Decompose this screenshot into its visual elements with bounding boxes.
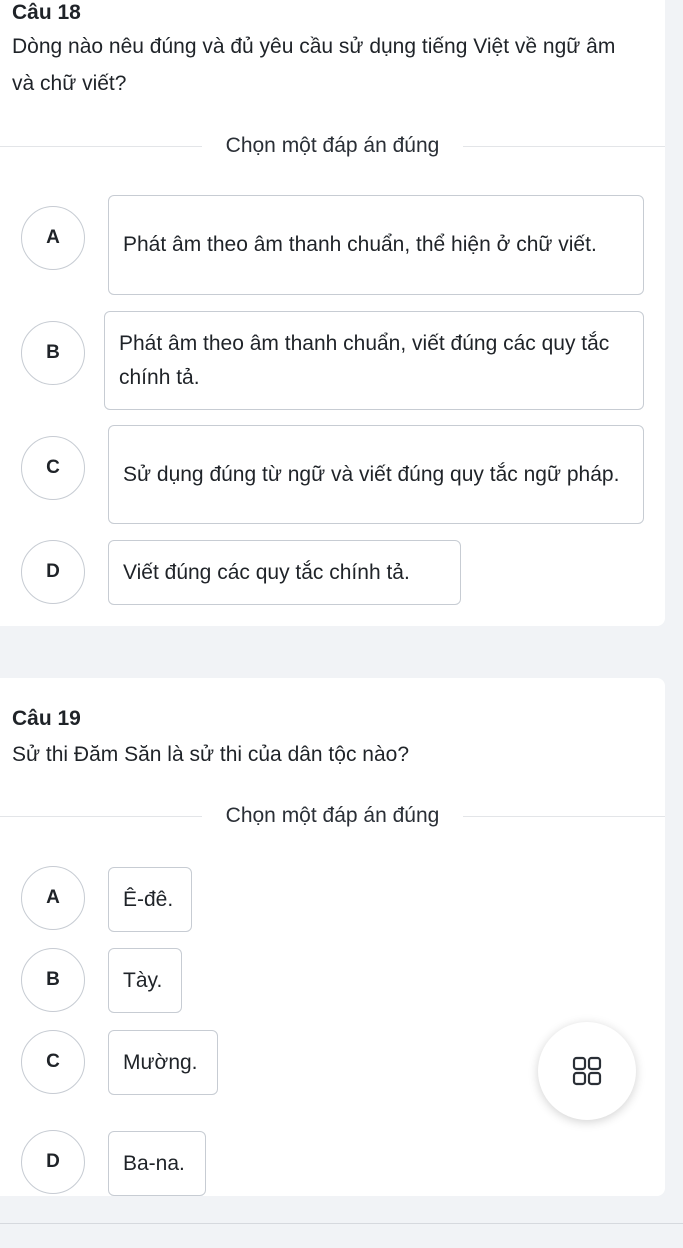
question-card-19: Câu 19 Sử thi Đăm Săn là sử thi của dân … xyxy=(0,678,665,1196)
option-b-button[interactable]: B xyxy=(21,948,85,1012)
option-a-answer[interactable]: Ê-đê. xyxy=(108,867,192,932)
instruction-text: Chọn một đáp án đúng xyxy=(0,133,665,159)
question-grid-button[interactable] xyxy=(538,1022,636,1120)
option-d-button[interactable]: D xyxy=(21,540,85,604)
option-c-answer[interactable]: Sử dụng đúng từ ngữ và viết đúng quy tắc… xyxy=(108,425,644,524)
option-c-button[interactable]: C xyxy=(21,436,85,500)
option-a-text: Phát âm theo âm thanh chuẩn, thể hiện ở … xyxy=(123,233,597,256)
option-c-answer[interactable]: Mường. xyxy=(108,1030,218,1095)
option-b-text: Phát âm theo âm thanh chuẩn, viết đúng c… xyxy=(119,331,610,389)
option-c-text: Mường. xyxy=(123,1050,198,1074)
option-d-answer[interactable]: Ba-na. xyxy=(108,1131,206,1196)
option-b-answer[interactable]: Phát âm theo âm thanh chuẩn, viết đúng c… xyxy=(104,311,644,410)
question-card-18: Câu 18 Dòng nào nêu đúng và đủ yêu cầu s… xyxy=(0,0,665,626)
grid-icon xyxy=(572,1056,602,1086)
option-c-text: Sử dụng đúng từ ngữ và viết đúng quy tắc… xyxy=(123,462,620,486)
option-d-answer[interactable]: Viết đúng các quy tắc chính tả. xyxy=(108,540,461,605)
bottom-divider xyxy=(0,1223,683,1224)
option-d-text: Viết đúng các quy tắc chính tả. xyxy=(123,560,410,584)
option-c-button[interactable]: C xyxy=(21,1030,85,1094)
question-text: Dòng nào nêu đúng và đủ yêu cầu sử dụng … xyxy=(12,35,616,95)
option-d-text: Ba-na. xyxy=(123,1151,185,1175)
option-b-answer[interactable]: Tày. xyxy=(108,948,182,1013)
option-a-text: Ê-đê. xyxy=(123,887,174,911)
question-title: Câu 19 xyxy=(12,707,81,730)
option-b-text: Tày. xyxy=(123,968,163,992)
instruction-text: Chọn một đáp án đúng xyxy=(0,803,665,829)
option-a-answer[interactable]: Phát âm theo âm thanh chuẩn, thể hiện ở … xyxy=(108,195,644,295)
option-a-button[interactable]: A xyxy=(21,866,85,930)
option-a-button[interactable]: A xyxy=(21,206,85,270)
option-d-button[interactable]: D xyxy=(21,1130,85,1194)
question-title: Câu 18 xyxy=(12,1,81,24)
option-b-button[interactable]: B xyxy=(21,321,85,385)
question-text: Sử thi Đăm Săn là sử thi của dân tộc nào… xyxy=(12,743,410,766)
